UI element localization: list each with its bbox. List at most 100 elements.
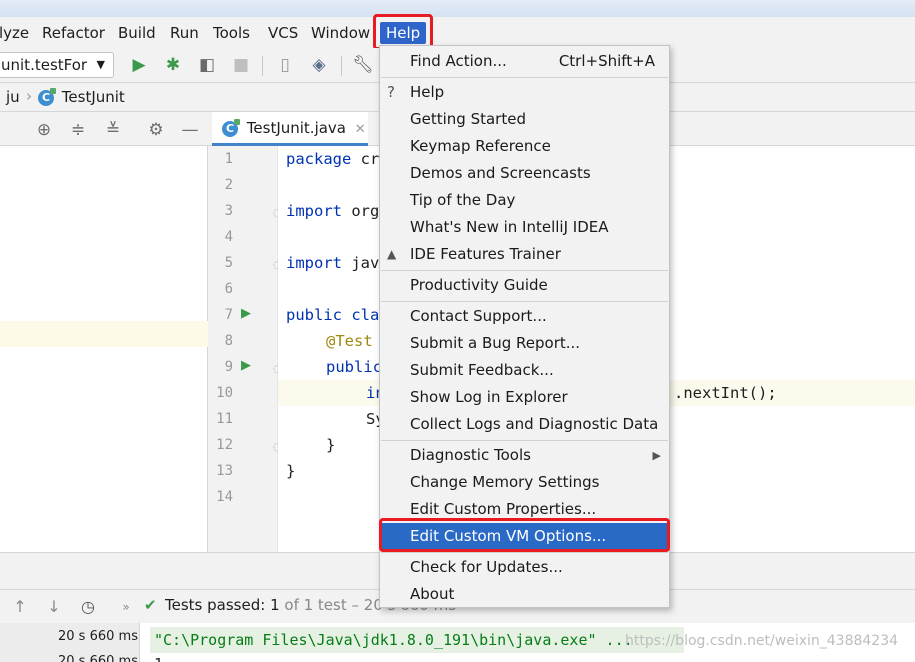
device-icon[interactable]: ▯ xyxy=(274,54,296,76)
line-number: 11 xyxy=(216,411,233,427)
menu-help[interactable]: Help xyxy=(380,22,427,44)
menu-analyze[interactable]: lyze xyxy=(0,22,29,44)
code-line: public cla xyxy=(286,306,380,324)
console-command-line: "C:\Program Files\Java\jdk1.8.0_191\bin\… xyxy=(150,627,684,653)
menu-separator xyxy=(381,301,668,302)
menu-separator xyxy=(381,552,668,553)
more-icon[interactable]: » xyxy=(116,597,136,617)
expand-all-icon[interactable]: ≑ xyxy=(68,120,88,140)
line-number: 8 xyxy=(224,333,233,349)
check-icon: ✔ xyxy=(144,596,157,614)
menu-item-submit-bug[interactable]: Submit a Bug Report... xyxy=(380,330,669,357)
menu-refactor[interactable]: Refactor xyxy=(42,22,105,44)
menu-item-change-memory[interactable]: Change Memory Settings xyxy=(380,469,669,496)
code-line: import org xyxy=(286,202,380,220)
run-test-icon[interactable]: ▶ xyxy=(241,358,251,373)
line-number: 6 xyxy=(224,281,233,297)
menu-tools[interactable]: Tools xyxy=(213,22,250,44)
project-toolbar: ⊕ ≑ ≚ ⚙ — xyxy=(0,112,208,146)
editor-gutter: 1 2 3 4 5 6 7 8 9 10 11 12 13 14 ▶ ▶ ◌ ◌… xyxy=(208,146,283,552)
close-icon[interactable]: ✕ xyxy=(355,122,366,137)
menu-separator xyxy=(381,77,668,78)
project-tree-selected-row[interactable] xyxy=(0,321,208,347)
shortcut-label: Ctrl+Shift+A xyxy=(558,52,655,70)
menu-item-getting-started[interactable]: Getting Started xyxy=(380,106,669,133)
submenu-arrow-icon: ▶ xyxy=(652,449,661,462)
run-icon[interactable]: ▶ xyxy=(128,54,150,76)
gear-icon[interactable]: ⚙ xyxy=(146,120,166,140)
chevron-down-icon: ▼ xyxy=(96,58,105,71)
history-icon[interactable]: ◷ xyxy=(78,597,98,617)
line-number: 12 xyxy=(216,437,233,453)
toolbar-separator xyxy=(262,56,263,76)
menu-item-edit-custom-properties[interactable]: Edit Custom Properties... xyxy=(380,496,669,523)
menu-bar: lyze Refactor Build Run Tools VCS Window… xyxy=(0,17,915,48)
code-line: } xyxy=(326,436,336,454)
breadcrumb-class-label: TestJunit xyxy=(61,88,125,106)
code-line: } xyxy=(286,462,296,480)
menu-item-productivity-guide[interactable]: Productivity Guide xyxy=(380,272,669,299)
project-panel xyxy=(0,146,208,552)
line-number: 4 xyxy=(224,229,233,245)
breadcrumb-item-class[interactable]: C TestJunit xyxy=(38,87,125,106)
hide-icon[interactable]: — xyxy=(180,120,200,140)
debug-icon[interactable]: ✱ xyxy=(162,54,184,76)
line-number: 7 xyxy=(224,307,233,323)
arrow-up-icon[interactable]: ↑ xyxy=(10,597,30,617)
code-line: @Test xyxy=(326,332,373,350)
stop-icon[interactable]: ■ xyxy=(230,54,252,76)
test-duration: 20 s 660 ms xyxy=(58,629,138,644)
class-icon: C xyxy=(222,118,240,137)
menu-item-diagnostic-tools[interactable]: Diagnostic Tools ▶ xyxy=(380,442,669,469)
menu-item-about[interactable]: About xyxy=(380,581,669,608)
line-number: 10 xyxy=(216,385,233,401)
line-number: 14 xyxy=(216,489,233,505)
arrow-down-icon[interactable]: ↓ xyxy=(44,597,64,617)
help-dropdown-menu: Find Action... Ctrl+Shift+A ? Help Getti… xyxy=(379,45,670,608)
menu-item-contact-support[interactable]: Contact Support... xyxy=(380,303,669,330)
menu-item-collect-logs[interactable]: Collect Logs and Diagnostic Data xyxy=(380,411,669,438)
chevron-right-icon: › xyxy=(26,87,32,105)
line-number: 13 xyxy=(216,463,233,479)
run-configuration-label: unit.testFor xyxy=(1,56,88,74)
code-line: import jav xyxy=(286,254,380,272)
code-line: .nextInt(); xyxy=(674,384,777,402)
menu-item-features-trainer[interactable]: ▲ IDE Features Trainer xyxy=(380,241,669,268)
menu-item-edit-custom-vm-options[interactable]: Edit Custom VM Options... xyxy=(380,523,669,550)
run-configuration-select[interactable]: unit.testFor ▼ xyxy=(0,52,114,78)
menu-item-tip-of-day[interactable]: Tip of the Day xyxy=(380,187,669,214)
menu-item-submit-feedback[interactable]: Submit Feedback... xyxy=(380,357,669,384)
menu-separator xyxy=(381,440,668,441)
console-output-line: 1 xyxy=(154,655,163,662)
menu-build[interactable]: Build xyxy=(118,22,156,44)
graduation-cap-icon: ▲ xyxy=(387,247,397,261)
menu-item-show-log[interactable]: Show Log in Explorer xyxy=(380,384,669,411)
menu-item-demos[interactable]: Demos and Screencasts xyxy=(380,160,669,187)
line-number: 9 xyxy=(224,359,233,375)
menu-vcs[interactable]: VCS xyxy=(268,22,298,44)
breadcrumb-item-package[interactable]: ju xyxy=(6,88,20,106)
menu-item-find-action[interactable]: Find Action... Ctrl+Shift+A xyxy=(380,48,669,75)
line-number: 5 xyxy=(224,255,233,271)
locate-icon[interactable]: ⊕ xyxy=(34,120,54,140)
line-number: 3 xyxy=(224,203,233,219)
package-icon[interactable]: ◈ xyxy=(308,54,330,76)
test-tree: 20 s 660 ms 20 s 660 ms xyxy=(0,623,140,662)
menu-item-keymap-reference[interactable]: Keymap Reference xyxy=(380,133,669,160)
run-test-icon[interactable]: ▶ xyxy=(241,306,251,321)
coverage-icon[interactable]: ◧ xyxy=(196,54,218,76)
tab-testjunit[interactable]: C TestJunit.java ✕ xyxy=(212,112,368,146)
menu-run[interactable]: Run xyxy=(170,22,199,44)
toolbar-separator xyxy=(341,56,342,76)
code-line: public xyxy=(326,358,382,376)
watermark: https://blog.csdn.net/weixin_43884234 xyxy=(625,633,899,649)
menu-window[interactable]: Window xyxy=(311,22,370,44)
class-icon: C xyxy=(38,87,56,106)
menu-item-check-updates[interactable]: Check for Updates... xyxy=(380,554,669,581)
menu-separator xyxy=(381,270,668,271)
collapse-all-icon[interactable]: ≚ xyxy=(103,120,123,140)
wrench-icon[interactable]: 🔧︎ xyxy=(352,54,374,76)
console-output: 20 s 660 ms 20 s 660 ms "C:\Program File… xyxy=(0,623,915,662)
menu-item-whats-new[interactable]: What's New in IntelliJ IDEA xyxy=(380,214,669,241)
menu-item-help[interactable]: ? Help xyxy=(380,79,669,106)
